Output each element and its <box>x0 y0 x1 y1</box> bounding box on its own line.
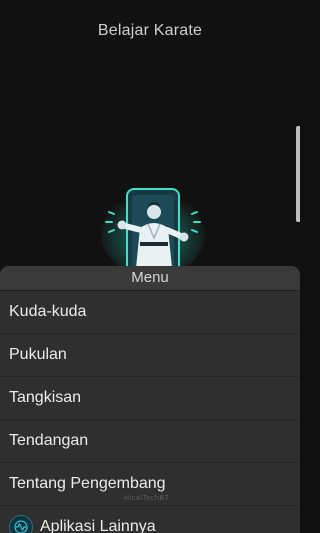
menu-bottom-sheet: Menu Kuda-kuda Pukulan Tangkisan Tendang… <box>0 266 300 533</box>
menu-item-label: Tendangan <box>9 432 89 449</box>
app-title: Belajar Karate <box>97 22 203 39</box>
menu-item-label: Tentang Pengembang <box>9 475 166 492</box>
menu-item-pukulan[interactable]: Pukulan <box>0 334 300 377</box>
menu-item-label: Aplikasi Lainnya <box>40 518 156 533</box>
menu-item-tangkisan[interactable]: Tangkisan <box>0 377 300 420</box>
menu-item-label: Tangkisan <box>9 389 82 406</box>
menu-item-tendangan[interactable]: Tendangan <box>0 420 300 463</box>
menu-item-label: Kuda-kuda <box>9 303 87 320</box>
apps-icon <box>9 515 33 533</box>
menu-item-aplikasi-lainnya[interactable]: Aplikasi Lainnya <box>0 506 300 533</box>
developer-watermark: HicalTech87 <box>123 494 169 502</box>
menu-item-kuda-kuda[interactable]: Kuda-kuda <box>0 291 300 334</box>
menu-title: Menu <box>0 266 300 291</box>
menu-item-label: Pukulan <box>9 346 67 363</box>
karate-phone-logo-icon <box>100 184 206 276</box>
scroll-handle[interactable] <box>296 126 300 222</box>
app-screen: Belajar Karate Menu Kuda-kuda Pukulan Ta… <box>0 0 300 533</box>
